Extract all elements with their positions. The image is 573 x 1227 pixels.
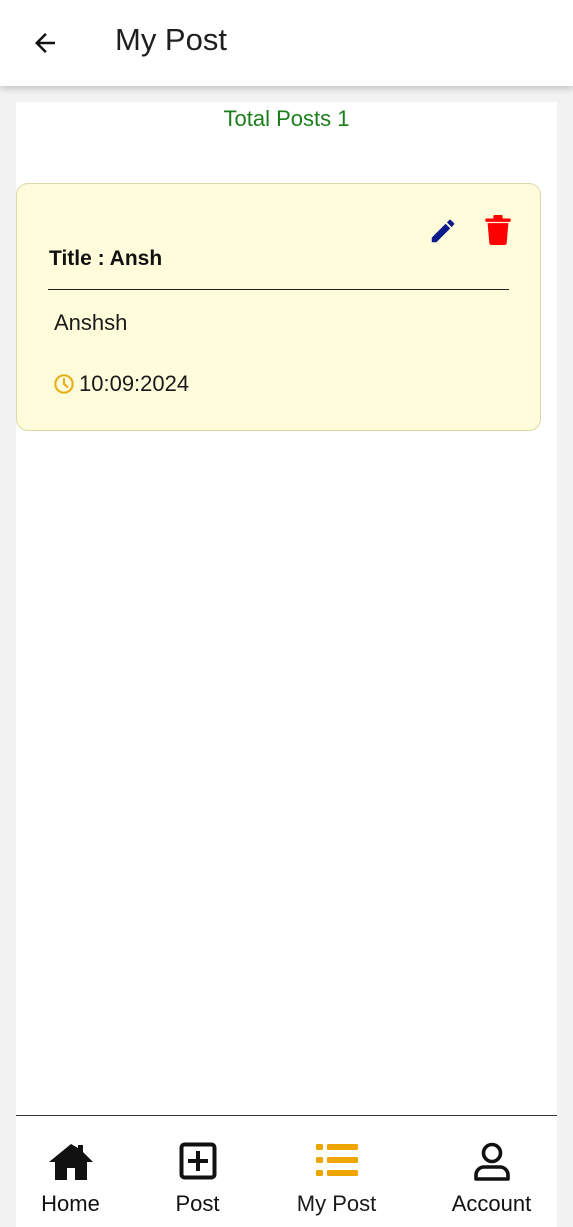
page-title: My Post: [115, 22, 227, 57]
clock-icon: [54, 374, 74, 394]
nav-item-my-post[interactable]: My Post: [269, 1116, 404, 1227]
post-title: Title : Ansh: [49, 247, 163, 270]
post-card: Title : Ansh Anshsh 10:09:2024: [16, 183, 541, 431]
pencil-icon: [431, 219, 455, 243]
back-button[interactable]: [26, 24, 64, 62]
nav-item-account[interactable]: Account: [424, 1116, 559, 1227]
edit-post-button[interactable]: [428, 216, 458, 246]
posts-container: Total Posts 1 Title : Ansh Anshsh 10:09:…: [16, 102, 557, 1116]
bottom-navigation: Home Post My Post Account: [16, 1115, 557, 1227]
nav-label-my-post: My Post: [296, 1191, 377, 1216]
post-date: 10:09:2024: [79, 371, 190, 396]
plus-square-icon: [179, 1142, 216, 1180]
nav-label-post: Post: [175, 1191, 220, 1216]
delete-post-button[interactable]: [485, 215, 513, 246]
app-bar: My Post: [0, 0, 573, 86]
nav-item-home[interactable]: Home: [3, 1116, 138, 1227]
list-icon: [315, 1144, 358, 1176]
total-posts-count: Total Posts 1: [223, 106, 350, 131]
post-body: Anshsh: [54, 310, 128, 335]
arrow-left-icon: [35, 33, 55, 53]
trash-icon: [485, 215, 511, 246]
nav-item-post[interactable]: Post: [130, 1116, 265, 1227]
card-divider: [48, 289, 509, 290]
post-date-row: 10:09:2024: [53, 371, 189, 397]
nav-label-account: Account: [451, 1191, 532, 1216]
nav-label-home: Home: [41, 1191, 100, 1216]
home-icon: [48, 1144, 93, 1180]
user-icon: [473, 1142, 510, 1181]
